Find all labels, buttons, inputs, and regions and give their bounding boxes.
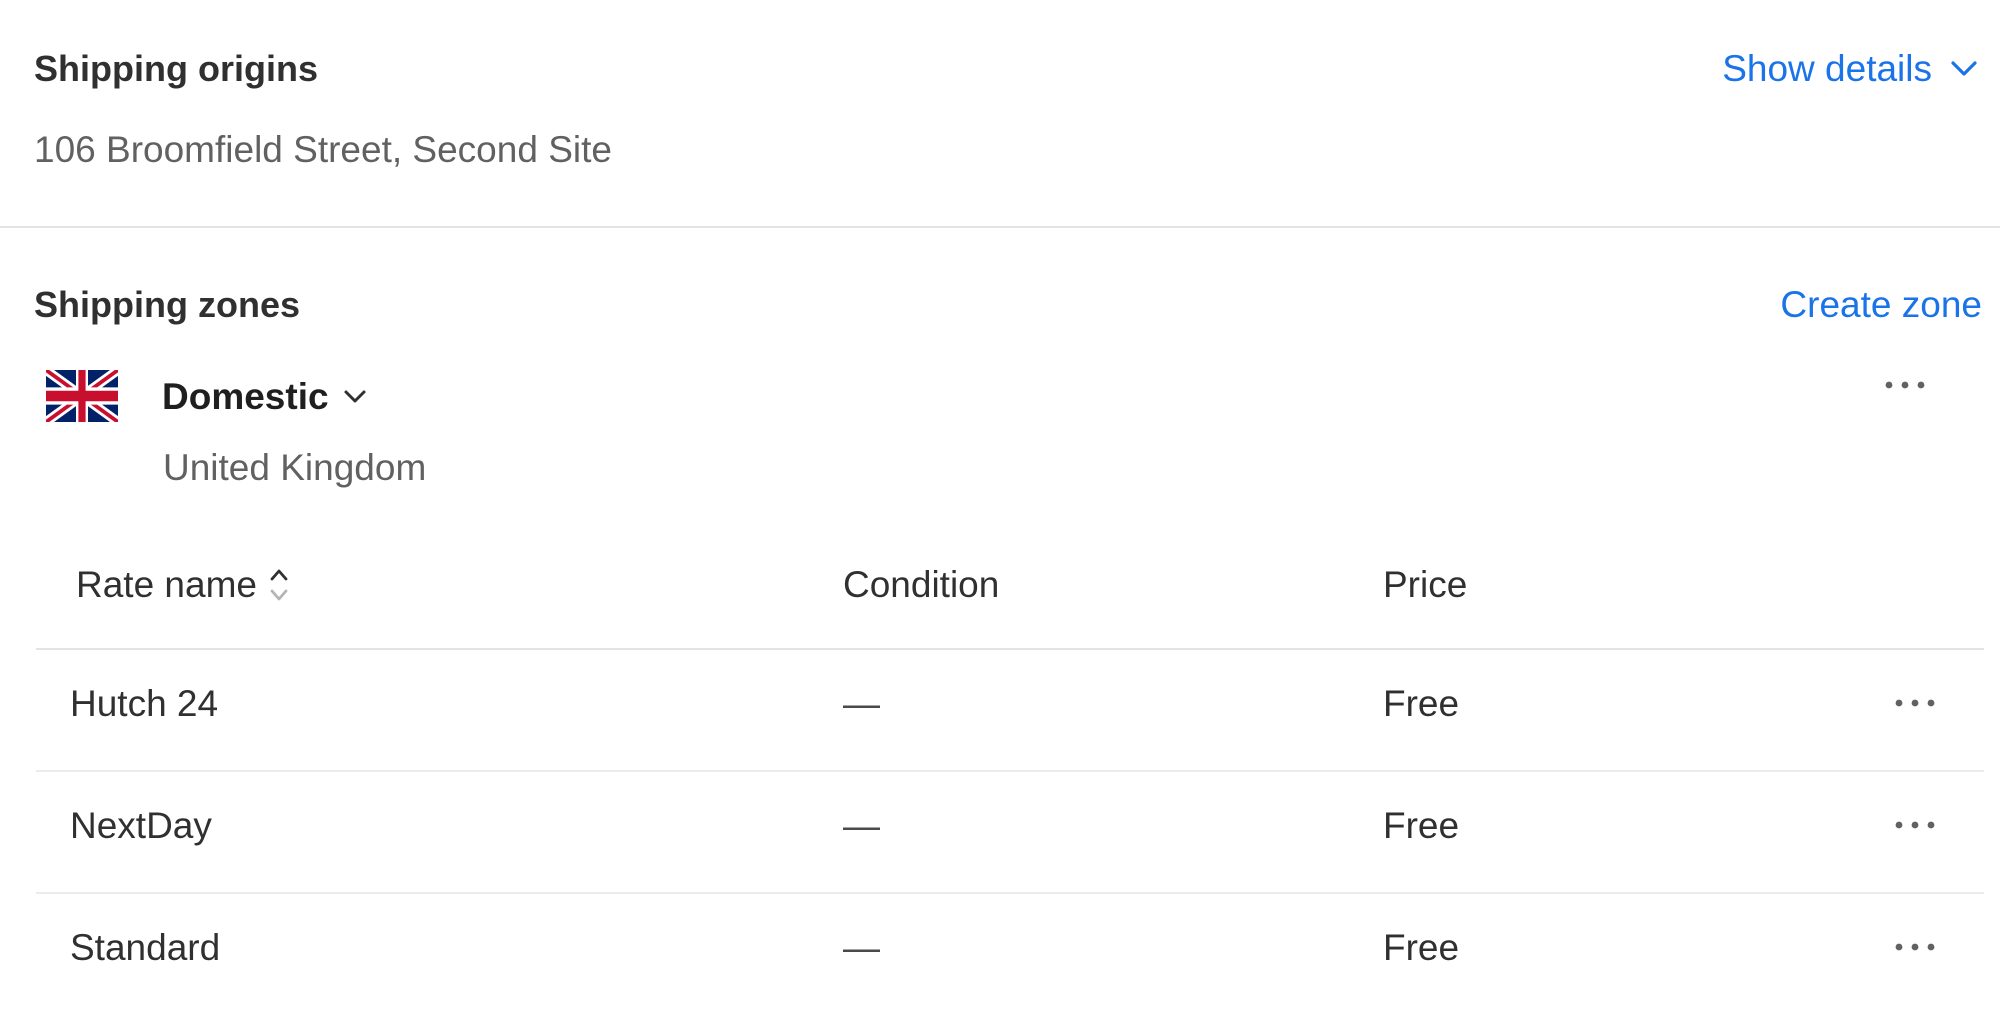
show-details-label: Show details [1722,48,1932,89]
price-cell: Free [1383,683,1460,724]
uk-flag-icon [46,370,118,422]
rate-name-sort-header[interactable]: Rate name [76,550,291,620]
price-cell: Free [1383,805,1460,846]
price-header: Price [1383,564,1468,605]
row-more-actions-icon[interactable] [1890,686,1940,720]
table-row: Standard — Free [36,894,1984,1014]
zone-name-dropdown[interactable]: Domestic [162,375,367,419]
rate-name-cell: NextDay [70,805,212,846]
shipping-origins-section: Shipping origins Show details 106 Broomf… [0,0,2000,228]
create-zone-button[interactable]: Create zone [1780,283,1982,327]
rates-table-header: Rate name Condition Price [36,550,1984,650]
table-row: NextDay — Free [36,772,1984,894]
row-more-actions-icon[interactable] [1890,930,1940,964]
chevron-down-icon [1951,61,1977,76]
rate-name-cell: Standard [70,927,221,968]
condition-cell: — [843,683,880,724]
show-details-button[interactable]: Show details [1722,47,1978,91]
condition-header: Condition [843,564,1000,605]
rate-name-header-label: Rate name [76,564,257,605]
zone-more-actions-icon[interactable] [1880,368,1930,402]
price-cell: Free [1383,927,1460,968]
shipping-zones-title: Shipping zones [34,284,300,325]
row-more-actions-icon[interactable] [1890,808,1940,842]
chevron-down-icon [344,390,366,403]
condition-cell: — [843,805,880,846]
table-row: Hutch 24 — Free [36,650,1984,772]
rate-name-cell: Hutch 24 [70,683,219,724]
zone-name: Domestic [162,376,329,417]
zone-country: United Kingdom [163,447,427,488]
origin-address: 106 Broomfield Street, Second Site [34,129,612,170]
condition-cell: — [843,927,880,968]
sort-icon [270,569,288,601]
shipping-origins-title: Shipping origins [34,48,318,89]
shipping-card: Shipping origins Show details 106 Broomf… [0,0,2000,1026]
